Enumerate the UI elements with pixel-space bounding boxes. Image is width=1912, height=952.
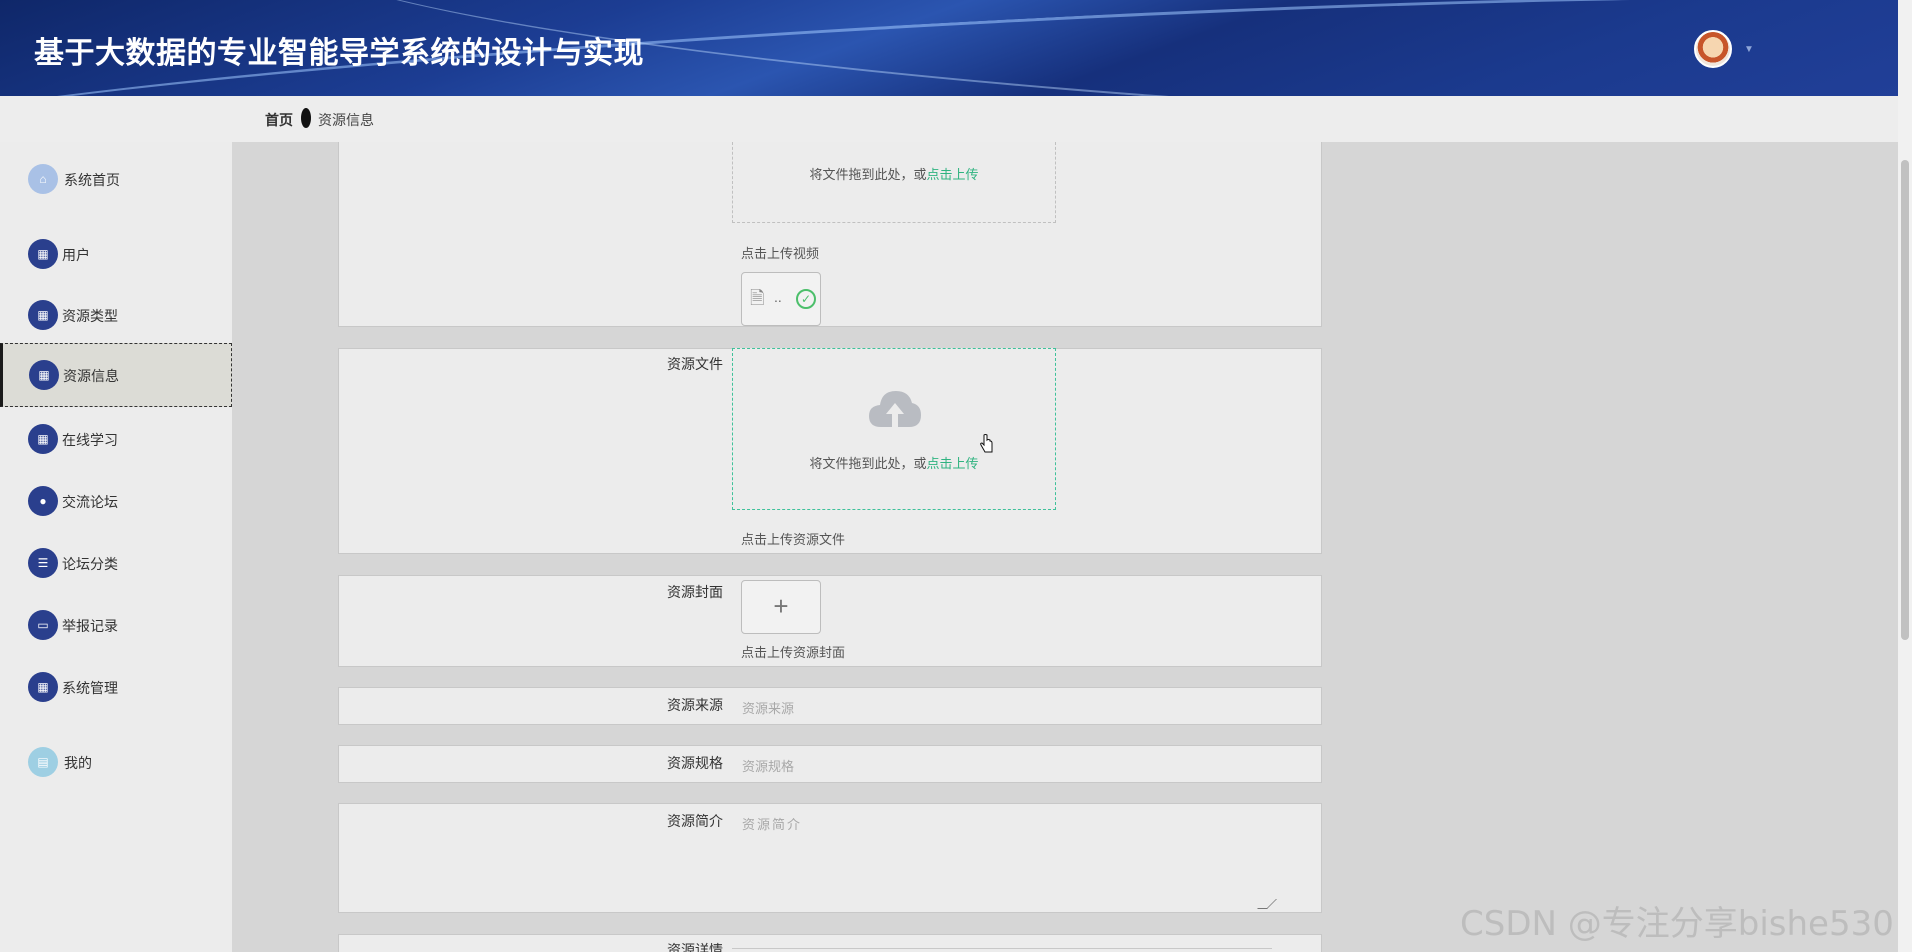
watermark: CSDN @专注分享bishe530 — [1460, 904, 1894, 944]
sidebar-item-reports[interactable]: ▭ 举报记录 — [0, 602, 232, 648]
sidebar-item-mine[interactable]: ▤ 我的 — [0, 739, 232, 785]
video-dropzone[interactable]: 将文件拖到此处，或点击上传 — [732, 142, 1056, 223]
resource-file-hint: 点击上传资源文件 — [741, 532, 846, 547]
resource-intro-row — [338, 803, 1322, 913]
upload-link[interactable]: 点击上传 — [927, 456, 979, 471]
uploaded-file-item[interactable]: 🗎 .. ✓ — [741, 272, 821, 326]
resource-spec-label: 资源规格 — [667, 755, 723, 771]
grid-icon: ▦ — [28, 300, 58, 330]
sidebar-item-forum[interactable]: ● 交流论坛 — [0, 478, 232, 524]
sidebar-item-label: 交流论坛 — [62, 494, 118, 510]
sidebar-item-resource-type[interactable]: ▦ 资源类型 — [0, 292, 232, 338]
monitor-icon: ▭ — [28, 610, 58, 640]
resource-source-label: 资源来源 — [667, 697, 723, 713]
resource-spec-row — [338, 745, 1322, 783]
cloud-upload-icon — [869, 391, 921, 427]
file-icon: 🗎 — [750, 288, 765, 308]
resource-cover-hint: 点击上传资源封面 — [741, 645, 846, 660]
home-icon: ⌂ — [28, 164, 58, 194]
resource-source-row — [338, 687, 1322, 725]
resource-cover-label: 资源封面 — [667, 584, 723, 600]
page-scrollbar[interactable] — [1898, 0, 1912, 952]
detail-editor[interactable] — [732, 948, 1272, 952]
breadcrumb-home[interactable]: 首页 — [265, 110, 293, 130]
sidebar-item-system-admin[interactable]: ▦ 系统管理 — [0, 664, 232, 710]
cover-upload-button[interactable]: + — [741, 580, 821, 634]
sidebar-item-label: 论坛分类 — [62, 556, 118, 572]
resource-spec-input[interactable]: 资源规格 — [742, 756, 794, 775]
top-header: 基于大数据的专业智能导学系统的设计与实现 ▼ — [0, 0, 1898, 96]
sidebar-item-label: 资源类型 — [62, 308, 118, 324]
dropzone-text: 将文件拖到此处，或点击上传 — [733, 164, 1055, 183]
sidebar-item-users[interactable]: ▦ 用户 — [0, 231, 232, 277]
sidebar-item-home[interactable]: ⌂ 系统首页 — [0, 156, 232, 202]
app-title: 基于大数据的专业智能导学系统的设计与实现 — [34, 36, 644, 71]
sidebar-item-resource-info[interactable]: ▦ 资源信息 — [0, 343, 232, 407]
grid-icon: ▦ — [28, 239, 58, 269]
file-name: .. — [774, 289, 782, 305]
card-icon: ▤ — [28, 747, 58, 777]
breadcrumb-separator — [301, 108, 311, 128]
sidebar-item-online-learning[interactable]: ▦ 在线学习 — [0, 416, 232, 462]
resource-intro-label: 资源简介 — [667, 813, 723, 829]
sidebar-item-label: 用户 — [62, 247, 90, 263]
sidebar-item-label: 系统首页 — [64, 172, 120, 188]
dropzone-text: 将文件拖到此处，或点击上传 — [733, 453, 1055, 472]
sidebar-item-label: 在线学习 — [62, 432, 118, 448]
user-avatar[interactable] — [1694, 30, 1732, 68]
resource-source-input[interactable]: 资源来源 — [742, 698, 794, 717]
sidebar-item-forum-category[interactable]: ☰ 论坛分类 — [0, 540, 232, 586]
bulb-icon: ● — [28, 486, 58, 516]
breadcrumb-current: 资源信息 — [318, 112, 374, 128]
success-check-icon: ✓ — [796, 289, 816, 309]
plus-icon: + — [773, 591, 789, 621]
hand-cursor-icon — [980, 434, 993, 453]
caret-down-icon[interactable]: ▼ — [1744, 44, 1754, 55]
video-hint: 点击上传视频 — [741, 246, 820, 261]
resource-detail-label: 资源详情 — [667, 942, 723, 952]
grid-icon: ▦ — [28, 424, 58, 454]
upload-link[interactable]: 点击上传 — [927, 167, 979, 182]
dropzone-prompt: 将文件拖到此处，或 — [809, 167, 927, 182]
sidebar-item-label: 我的 — [64, 755, 92, 771]
resource-file-label: 资源文件 — [667, 356, 723, 372]
sidebar-item-label: 资源信息 — [63, 368, 119, 384]
grid-icon: ▦ — [29, 360, 59, 390]
dropzone-prompt: 将文件拖到此处，或 — [809, 456, 927, 471]
sidebar-item-label: 举报记录 — [62, 618, 118, 634]
list-icon: ☰ — [28, 548, 58, 578]
sidebar: ⌂ 系统首页 ▦ 用户 ▦ 资源类型 ▦ 资源信息 ▦ 在线学习 ● 交流论坛 … — [0, 142, 232, 952]
resource-intro-textarea[interactable]: 资源简介 — [742, 814, 802, 833]
scrollbar-thumb[interactable] — [1901, 160, 1909, 640]
sidebar-item-label: 系统管理 — [62, 680, 118, 696]
resource-file-dropzone[interactable]: 将文件拖到此处，或点击上传 — [732, 348, 1056, 510]
grid-icon: ▦ — [28, 672, 58, 702]
